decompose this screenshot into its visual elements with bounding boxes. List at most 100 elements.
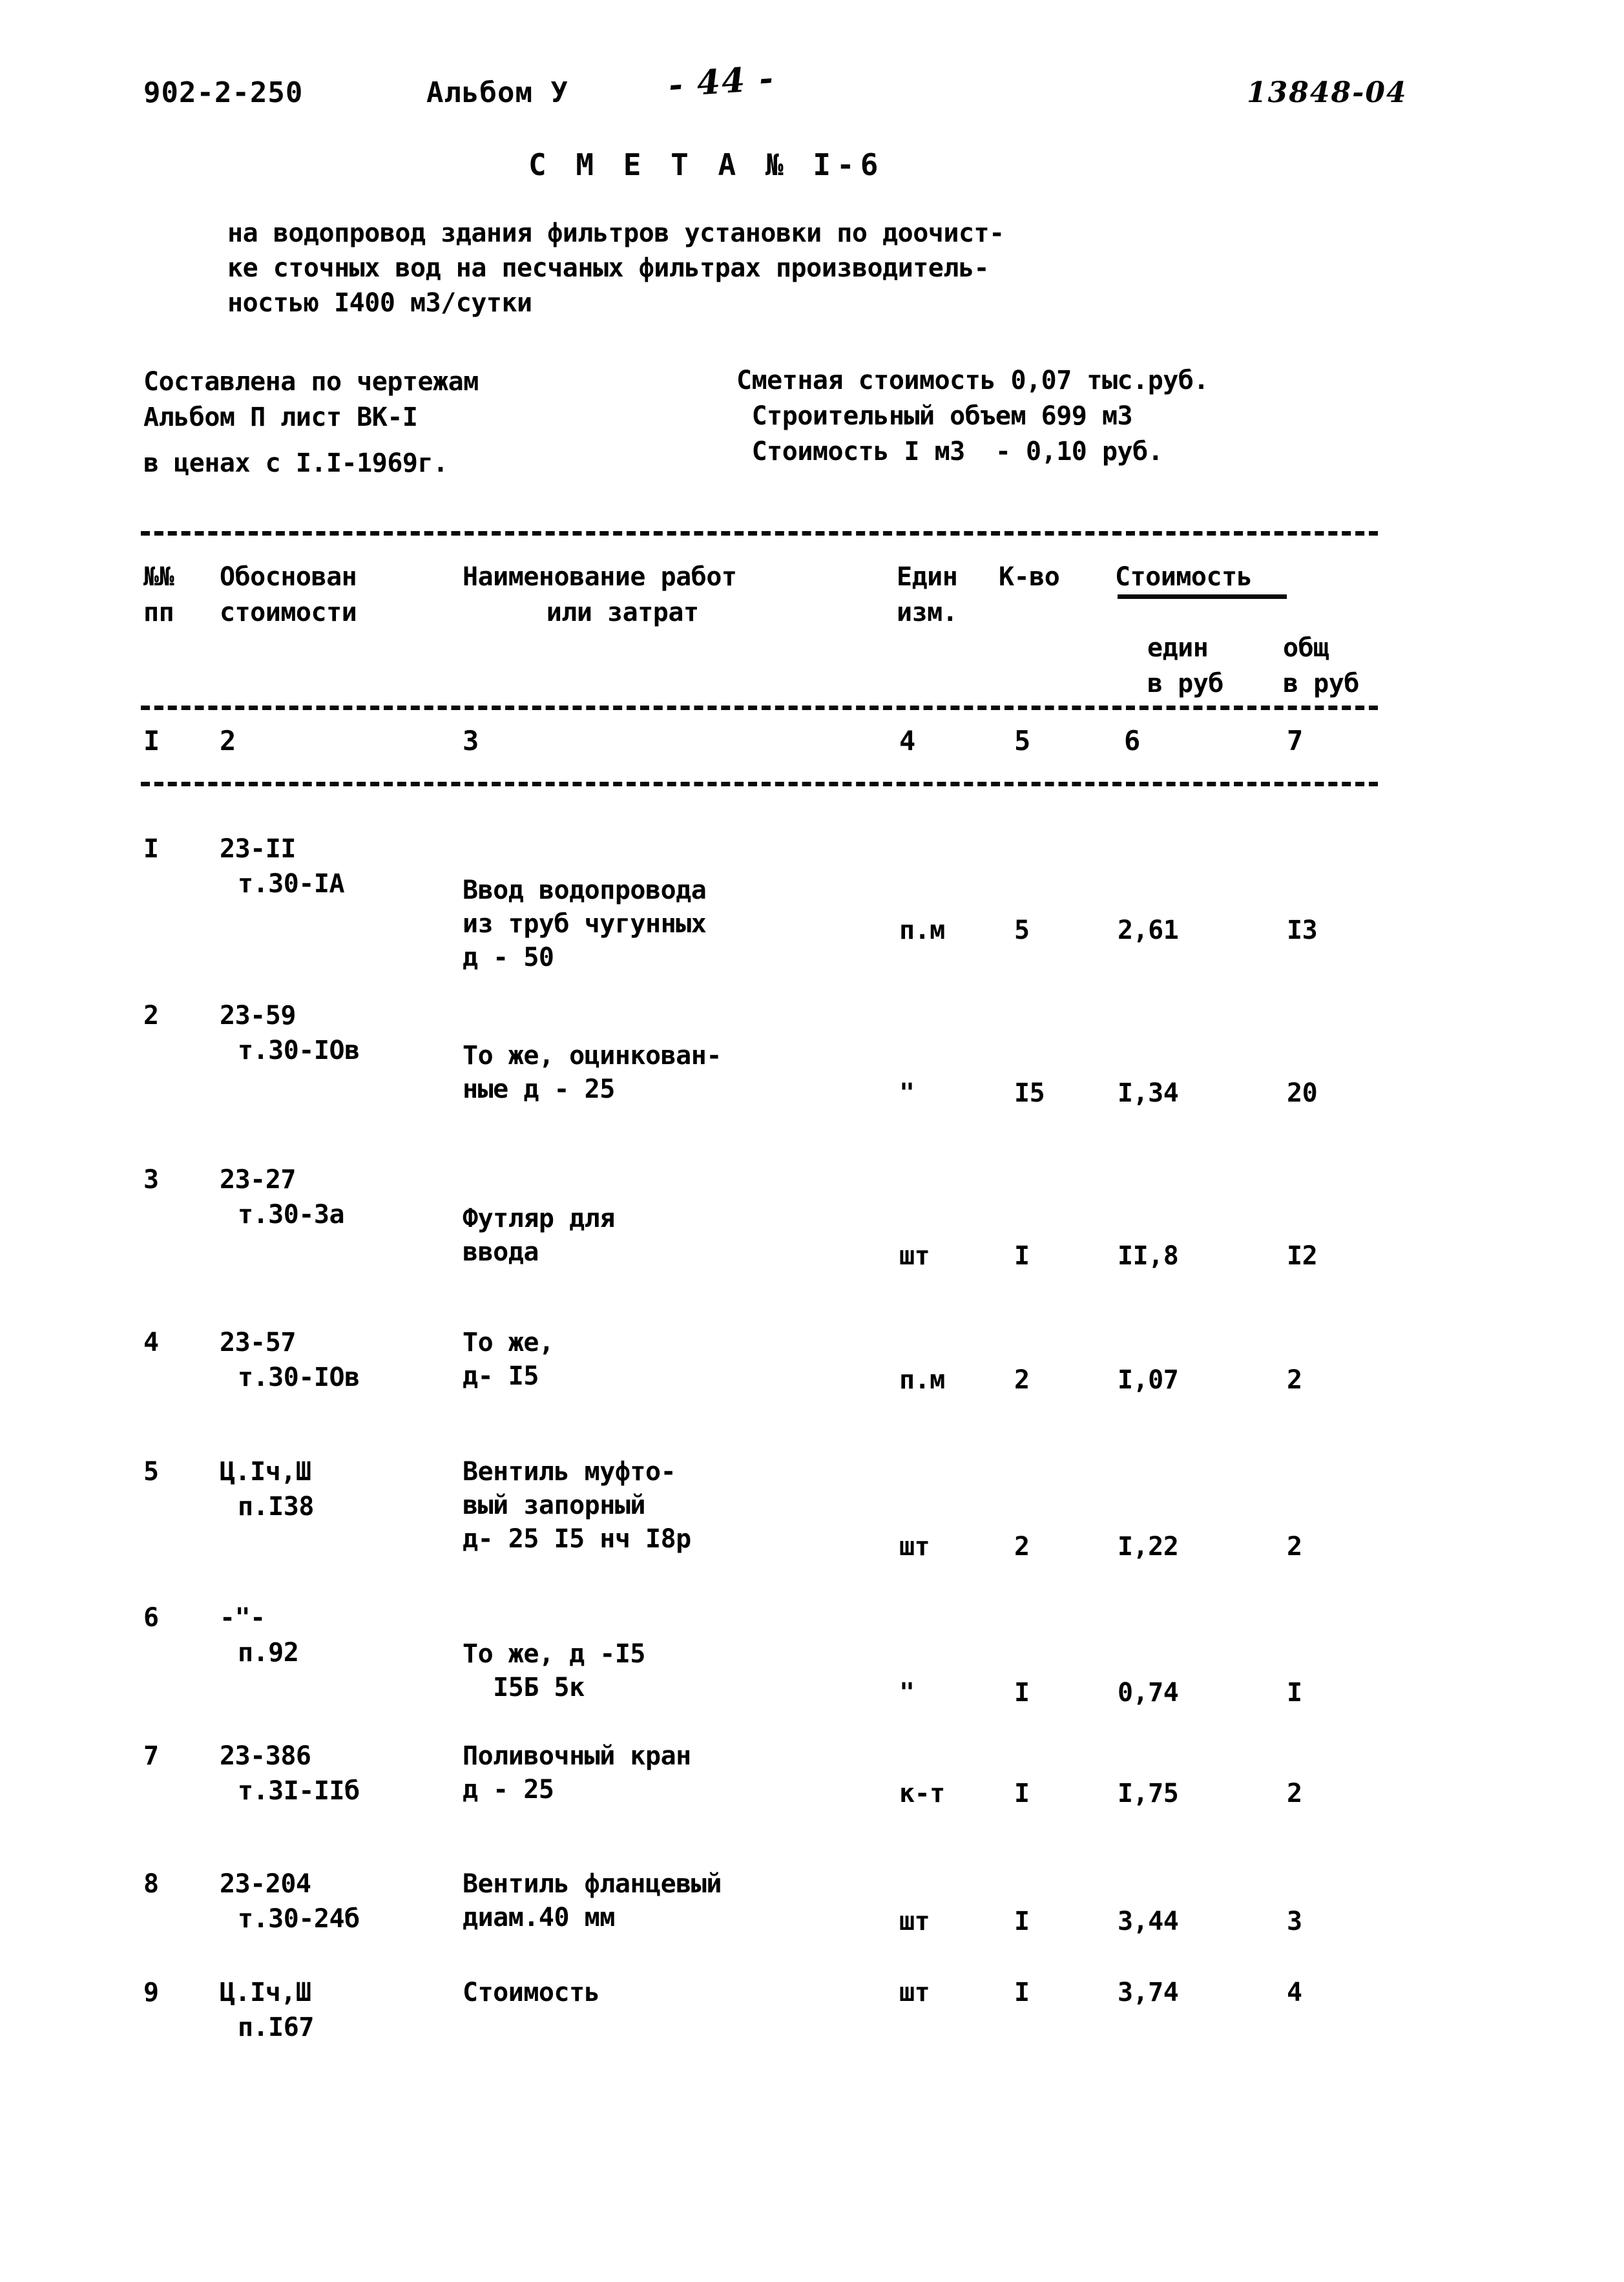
estimate-subject: на водопровод здания фильтров установки …: [227, 218, 1005, 318]
row-number: 9: [143, 1978, 159, 2007]
column-number: 7: [1287, 725, 1304, 757]
row-unit: шт: [899, 1978, 930, 2007]
row-basis-line2: п.I67: [238, 2013, 314, 2042]
row-basis-line1: 23-27: [220, 1165, 296, 1195]
row-unit: п.м: [899, 1365, 945, 1395]
row-number: 5: [143, 1457, 159, 1487]
row-unit: шт: [899, 1241, 930, 1271]
row-total: I: [1287, 1678, 1302, 1708]
column-header-cost-per-unit: един в руб: [1147, 633, 1223, 698]
row-basis-line1: Ц.Iч,Ш: [220, 1457, 311, 1487]
row-basis-line1: Ц.Iч,Ш: [220, 1978, 311, 2007]
cost-header-underline: [1118, 594, 1287, 599]
row-basis-line2: т.30-3а: [238, 1200, 345, 1230]
row-unit: шт: [899, 1907, 930, 1936]
row-basis-line1: 23-386: [220, 1741, 311, 1771]
row-unit: шт: [899, 1532, 930, 1562]
row-basis-line1: 23-57: [220, 1328, 296, 1357]
row-basis-line1: 23-204: [220, 1869, 311, 1899]
row-number: 4: [143, 1328, 159, 1357]
row-quantity: 2: [1014, 1365, 1030, 1395]
table-top-divider: [141, 531, 1378, 536]
cost-summary: Сметная стоимость 0,07 тыс.руб. Строител…: [736, 366, 1209, 466]
row-basis-line2: т.30-IOв: [238, 1036, 360, 1065]
row-total: 20: [1287, 1078, 1318, 1108]
row-unit: к-т: [899, 1779, 945, 1808]
column-number: I: [143, 725, 160, 757]
row-number: 8: [143, 1869, 159, 1899]
project-code: 902-2-250: [143, 76, 304, 109]
row-work-name: Вентиль фланцевый диам.40 мм: [463, 1869, 722, 1932]
row-total: I2: [1287, 1241, 1318, 1271]
row-quantity: I: [1014, 1241, 1030, 1271]
row-quantity: I: [1014, 1907, 1030, 1936]
row-unit-price: I,75: [1118, 1779, 1179, 1808]
row-number: 7: [143, 1741, 159, 1771]
column-header-cost: Стоимость: [1115, 562, 1253, 592]
row-work-name: Футляр для ввода: [463, 1204, 615, 1267]
row-unit: ": [899, 1678, 915, 1708]
column-header-quantity: К-во: [999, 562, 1060, 592]
row-basis-line2: т.30-IA: [238, 869, 345, 899]
column-number: 2: [220, 725, 236, 757]
row-work-name: То же, д- I5: [463, 1328, 554, 1391]
row-total: 3: [1287, 1907, 1302, 1936]
row-unit-price: I,34: [1118, 1078, 1179, 1108]
row-unit-price: 3,44: [1118, 1907, 1179, 1936]
row-total: 4: [1287, 1978, 1302, 2007]
column-number: 6: [1124, 725, 1141, 757]
row-basis-line1: -"-: [220, 1603, 265, 1633]
row-quantity: I: [1014, 1779, 1030, 1808]
row-unit-price: I,07: [1118, 1365, 1179, 1395]
column-header-name: Наименование работ или затрат: [463, 562, 737, 627]
drawings-reference: Составлена по чертежам Альбом П лист ВК-…: [143, 367, 479, 432]
row-basis-line2: п.I38: [238, 1492, 314, 1522]
row-work-name: Стоимость: [463, 1978, 600, 2007]
row-quantity: 5: [1014, 916, 1030, 945]
row-quantity: 2: [1014, 1532, 1030, 1562]
table-colnum-divider: [141, 782, 1378, 786]
row-number: 6: [143, 1603, 159, 1633]
row-quantity: I: [1014, 1678, 1030, 1708]
row-work-name: Вентиль муфто- вый запорный д- 25 I5 нч …: [463, 1457, 691, 1554]
row-total: 2: [1287, 1365, 1302, 1395]
handwritten-page-number: - 44 -: [667, 58, 776, 105]
row-basis-line1: 23-59: [220, 1001, 296, 1031]
document-number: 13848-04: [1247, 76, 1408, 109]
row-total: 2: [1287, 1779, 1302, 1808]
column-header-cost-total: общ в руб: [1283, 633, 1359, 698]
row-unit: ": [899, 1078, 915, 1108]
row-work-name: Ввод водопровода из труб чугунных д - 50: [463, 875, 707, 972]
row-total: 2: [1287, 1532, 1302, 1562]
table-header-divider: [141, 706, 1378, 710]
column-number: 4: [899, 725, 916, 757]
row-work-name: То же, оцинкован- ные д - 25: [463, 1041, 722, 1104]
row-basis-line2: т.3I-IIб: [238, 1776, 360, 1806]
column-header-basis: Обоснован стоимости: [220, 562, 357, 627]
row-basis-line2: т.30-24б: [238, 1904, 360, 1934]
row-unit-price: II,8: [1118, 1241, 1179, 1271]
price-basis-year: в ценах с I.I-1969г.: [143, 448, 448, 478]
row-basis-line2: т.30-IOв: [238, 1363, 360, 1392]
row-number: 2: [143, 1001, 159, 1031]
row-number: I: [143, 834, 159, 864]
row-unit-price: 2,61: [1118, 916, 1179, 945]
row-basis-line1: 23-II: [220, 834, 296, 864]
row-unit-price: I,22: [1118, 1532, 1179, 1562]
row-work-name: То же, д -I5 I5Б 5к: [463, 1639, 645, 1702]
document-page: 902-2-250 Альбом У - 44 - 13848-04 С М Е…: [0, 0, 1624, 2282]
column-number: 5: [1014, 725, 1031, 757]
row-number: 3: [143, 1165, 159, 1195]
row-unit-price: 3,74: [1118, 1978, 1179, 2007]
column-number: 3: [463, 725, 479, 757]
row-work-name: Поливочный кран д - 25: [463, 1741, 691, 1805]
page-title: С М Е Т А № I-6: [528, 147, 884, 182]
row-quantity: I5: [1014, 1078, 1045, 1108]
album-label: Альбом У: [426, 76, 568, 109]
row-unit: п.м: [899, 916, 945, 945]
row-quantity: I: [1014, 1978, 1030, 2007]
row-unit-price: 0,74: [1118, 1678, 1179, 1708]
row-total: I3: [1287, 916, 1318, 945]
column-header-unit: Един изм.: [897, 562, 958, 627]
row-basis-line2: п.92: [238, 1638, 299, 1668]
